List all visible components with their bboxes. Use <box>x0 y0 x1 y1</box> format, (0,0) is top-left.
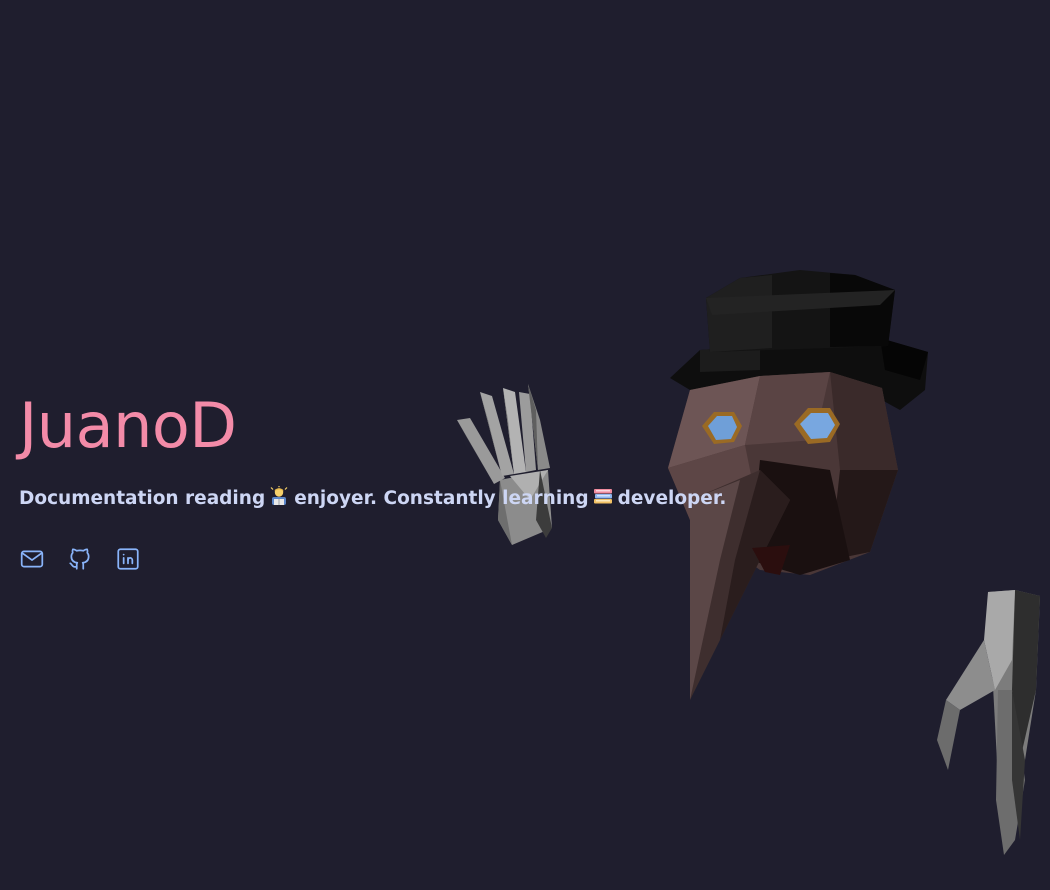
github-link[interactable] <box>67 546 93 572</box>
tagline: Documentation reading enjoyer. Constantly… <box>19 486 739 512</box>
reading-person-emoji-icon <box>270 486 288 505</box>
page-title: JuanoD <box>19 389 237 462</box>
mail-icon <box>20 550 44 568</box>
reaching-hand-illustration <box>937 590 1040 855</box>
github-icon <box>69 548 90 570</box>
hero-section: JuanoD Documentation reading enjoyer. Con… <box>0 0 1050 890</box>
linkedin-icon <box>117 548 139 570</box>
books-emoji-icon <box>593 489 612 504</box>
tagline-part-2: enjoyer. Constantly learning <box>294 488 589 509</box>
social-links <box>19 546 739 572</box>
email-link[interactable] <box>19 546 45 572</box>
intro-block: JuanoD Documentation reading enjoyer. Con… <box>19 384 739 572</box>
linkedin-link[interactable] <box>115 546 141 572</box>
tagline-part-1: Documentation reading <box>19 488 266 509</box>
tagline-part-3: developer. <box>617 488 727 509</box>
